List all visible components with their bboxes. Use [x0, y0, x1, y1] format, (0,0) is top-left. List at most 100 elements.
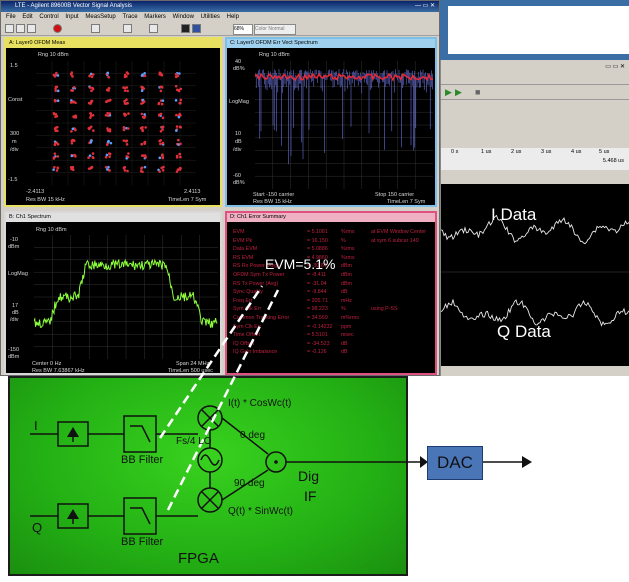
color-scheme-select[interactable]: Color Normal: [254, 24, 296, 35]
pane-err-vect-spectrum: C: Layer0 OFDM Err Vect Spectrum Rng 10 …: [225, 37, 437, 207]
run-icon[interactable]: ▶: [445, 87, 452, 98]
constellation-plot: [36, 61, 196, 185]
constellation-point: [140, 167, 143, 170]
lo-label: Fs/4 LO: [176, 436, 212, 447]
y-top-unit: dB%: [233, 66, 245, 72]
x-right: 2.4113: [184, 189, 201, 195]
summary-unit: dBm: [341, 280, 352, 287]
deg0-label: 0 deg: [240, 430, 266, 441]
constellation-point: [125, 139, 129, 143]
record-button[interactable]: [53, 24, 62, 33]
stop-icon[interactable]: ■: [475, 87, 480, 97]
constellation-point: [175, 88, 179, 92]
constellation-point: [178, 72, 181, 75]
constellation-point: [74, 101, 77, 105]
constellation-point: [74, 155, 77, 158]
constellation-point: [125, 157, 128, 160]
menu-file[interactable]: File: [6, 14, 16, 20]
pane-header: B: Ch1 Spectrum: [6, 213, 220, 222]
summary-row: IQ Gain Imbalance = -0.126 dB: [233, 349, 437, 358]
constellation-point: [105, 100, 108, 103]
constellation-point: [123, 89, 127, 92]
summary-unit: dB: [341, 340, 348, 347]
constellation-point: [127, 112, 130, 115]
constellation-point: [122, 166, 126, 169]
fpga-block: [8, 376, 408, 576]
constellation-point: [158, 170, 161, 173]
constellation-point: [55, 114, 59, 118]
time-tick: 5 us: [599, 149, 610, 155]
y-mid: 300: [10, 131, 20, 137]
constellation-point: [92, 129, 95, 132]
menu-edit[interactable]: Edit: [22, 14, 32, 20]
constellation-point: [105, 168, 109, 171]
grid-layout-button[interactable]: [91, 24, 100, 33]
constellation-point: [159, 112, 163, 116]
menu-input[interactable]: Input: [65, 14, 78, 20]
constellation-point: [72, 115, 76, 119]
y-top: 1.5: [10, 63, 18, 69]
pane-constellation: A: Layer0 OFDM Meas Rng 10 dBm 1.5 Const…: [4, 37, 222, 207]
menu-help[interactable]: Help: [227, 14, 239, 20]
constellation-point: [107, 75, 110, 79]
x-right: Stop 150 carrier: [375, 192, 415, 198]
constellation-point: [178, 152, 182, 156]
time-tick: 3 us: [541, 149, 552, 155]
summary-value: = 16.150: [307, 237, 328, 244]
pane-error-summary: D: Ch1 Error Summary EVM = 5.1081 %rms at E…: [225, 211, 437, 375]
constellation-point: [91, 113, 95, 117]
constellation-point: [52, 168, 55, 171]
menu-utilities[interactable]: Utilities: [201, 14, 220, 20]
palette-button[interactable]: [192, 24, 201, 33]
constellation-point: [109, 141, 113, 145]
constellation-point: [91, 155, 95, 159]
constellation-point: [143, 165, 147, 169]
constellation-point: [160, 102, 164, 106]
zoom-select[interactable]: 68%: [233, 24, 253, 35]
time-tick: 4 us: [571, 149, 582, 155]
menu-markers[interactable]: Markers: [144, 14, 166, 20]
constellation-point: [53, 152, 57, 155]
constellation-point: [70, 154, 74, 158]
i-mix-label: I(t) * CosWc(t): [228, 398, 292, 409]
summary-row: OFDM Sym Tx Power = -8.411 dBm: [233, 272, 437, 281]
summary-label: IQ Offset: [233, 340, 255, 347]
constellation-point: [123, 114, 127, 117]
constellation-point: [141, 73, 144, 76]
menu-window[interactable]: Window: [173, 14, 194, 20]
constellation-point: [122, 86, 125, 89]
summary-label: Common Tracking Error: [233, 314, 290, 321]
summary-value: = -8.411: [307, 271, 327, 278]
summary-row: EVM Pk = 16.150% at sym 6 subcar 149: [233, 238, 437, 247]
toolbar: 68% Color Normal: [1, 22, 439, 36]
y-div: /div: [10, 317, 19, 323]
window-controls[interactable]: ▭ ▭ ✕: [605, 63, 625, 70]
constellation-point: [160, 125, 164, 129]
i-data-label: I Data: [491, 205, 537, 224]
play-button[interactable]: [5, 24, 14, 33]
toolbar: ▶ ▶ ■: [441, 84, 629, 100]
y-top: -10: [10, 237, 18, 243]
constellation-point: [87, 127, 91, 131]
constellation-point: [87, 156, 90, 160]
color-button[interactable]: [181, 24, 190, 33]
daq-window: ▭ ▭ ✕ ▶ ▶ ■ 0 s 1 us 2 us 3 us 4 us 5 us…: [440, 60, 629, 376]
step-icon[interactable]: ▶: [455, 87, 462, 98]
i-input-label: I: [34, 418, 38, 433]
window-controls[interactable]: — ▭ ✕: [415, 2, 435, 9]
constellation-point: [104, 113, 108, 117]
constellation-point: [161, 116, 165, 120]
menu-control[interactable]: Control: [39, 14, 58, 20]
menu-trace[interactable]: Trace: [122, 14, 137, 20]
pause-button[interactable]: [16, 24, 25, 33]
summary-row: Common Tracking Error = 34.569 m%rms: [233, 315, 437, 324]
restart-button[interactable]: [27, 24, 36, 33]
res-bw: Res BW 15 kHz: [26, 197, 65, 203]
marker-button[interactable]: [149, 24, 158, 33]
constellation-point: [126, 169, 129, 173]
constellation-point: [106, 71, 109, 75]
constellation-point: [107, 86, 111, 90]
trace-button[interactable]: [123, 24, 132, 33]
menu-meassetup[interactable]: MeasSetup: [85, 14, 115, 20]
y-div: /div: [233, 147, 242, 153]
